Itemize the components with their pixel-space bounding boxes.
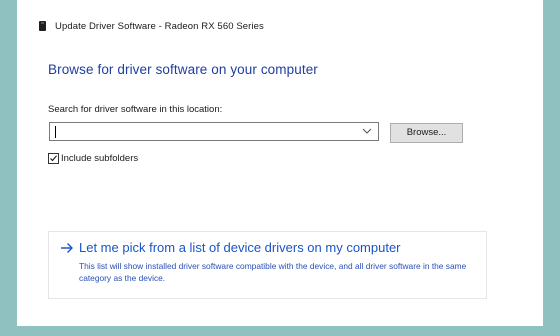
browse-button[interactable]: Browse... (390, 123, 463, 143)
include-subfolders-label: Include subfolders (61, 152, 139, 164)
search-location-label: Search for driver software in this locat… (48, 104, 223, 115)
pick-driver-title[interactable]: Let me pick from a list of device driver… (79, 240, 401, 255)
include-subfolders-checkbox[interactable] (48, 152, 59, 164)
window-title-bar: Update Driver Software - Radeon RX 560 S… (39, 19, 264, 33)
video-card-icon (39, 21, 46, 31)
arrow-right-icon (61, 243, 73, 253)
window-title: Update Driver Software - Radeon RX 560 S… (55, 20, 264, 32)
include-subfolders-option[interactable]: Include subfolders (48, 152, 138, 164)
pick-driver-option[interactable]: Let me pick from a list of device driver… (48, 231, 487, 299)
pick-driver-description: This list will show installed driver sof… (79, 261, 467, 283)
text-caret (55, 126, 56, 138)
page-heading: Browse for driver software on your compu… (48, 62, 318, 77)
chevron-down-icon[interactable] (362, 125, 372, 137)
checkmark-icon (50, 154, 57, 161)
update-driver-window: Update Driver Software - Radeon RX 560 S… (17, 0, 543, 326)
driver-path-combobox[interactable] (49, 122, 379, 141)
